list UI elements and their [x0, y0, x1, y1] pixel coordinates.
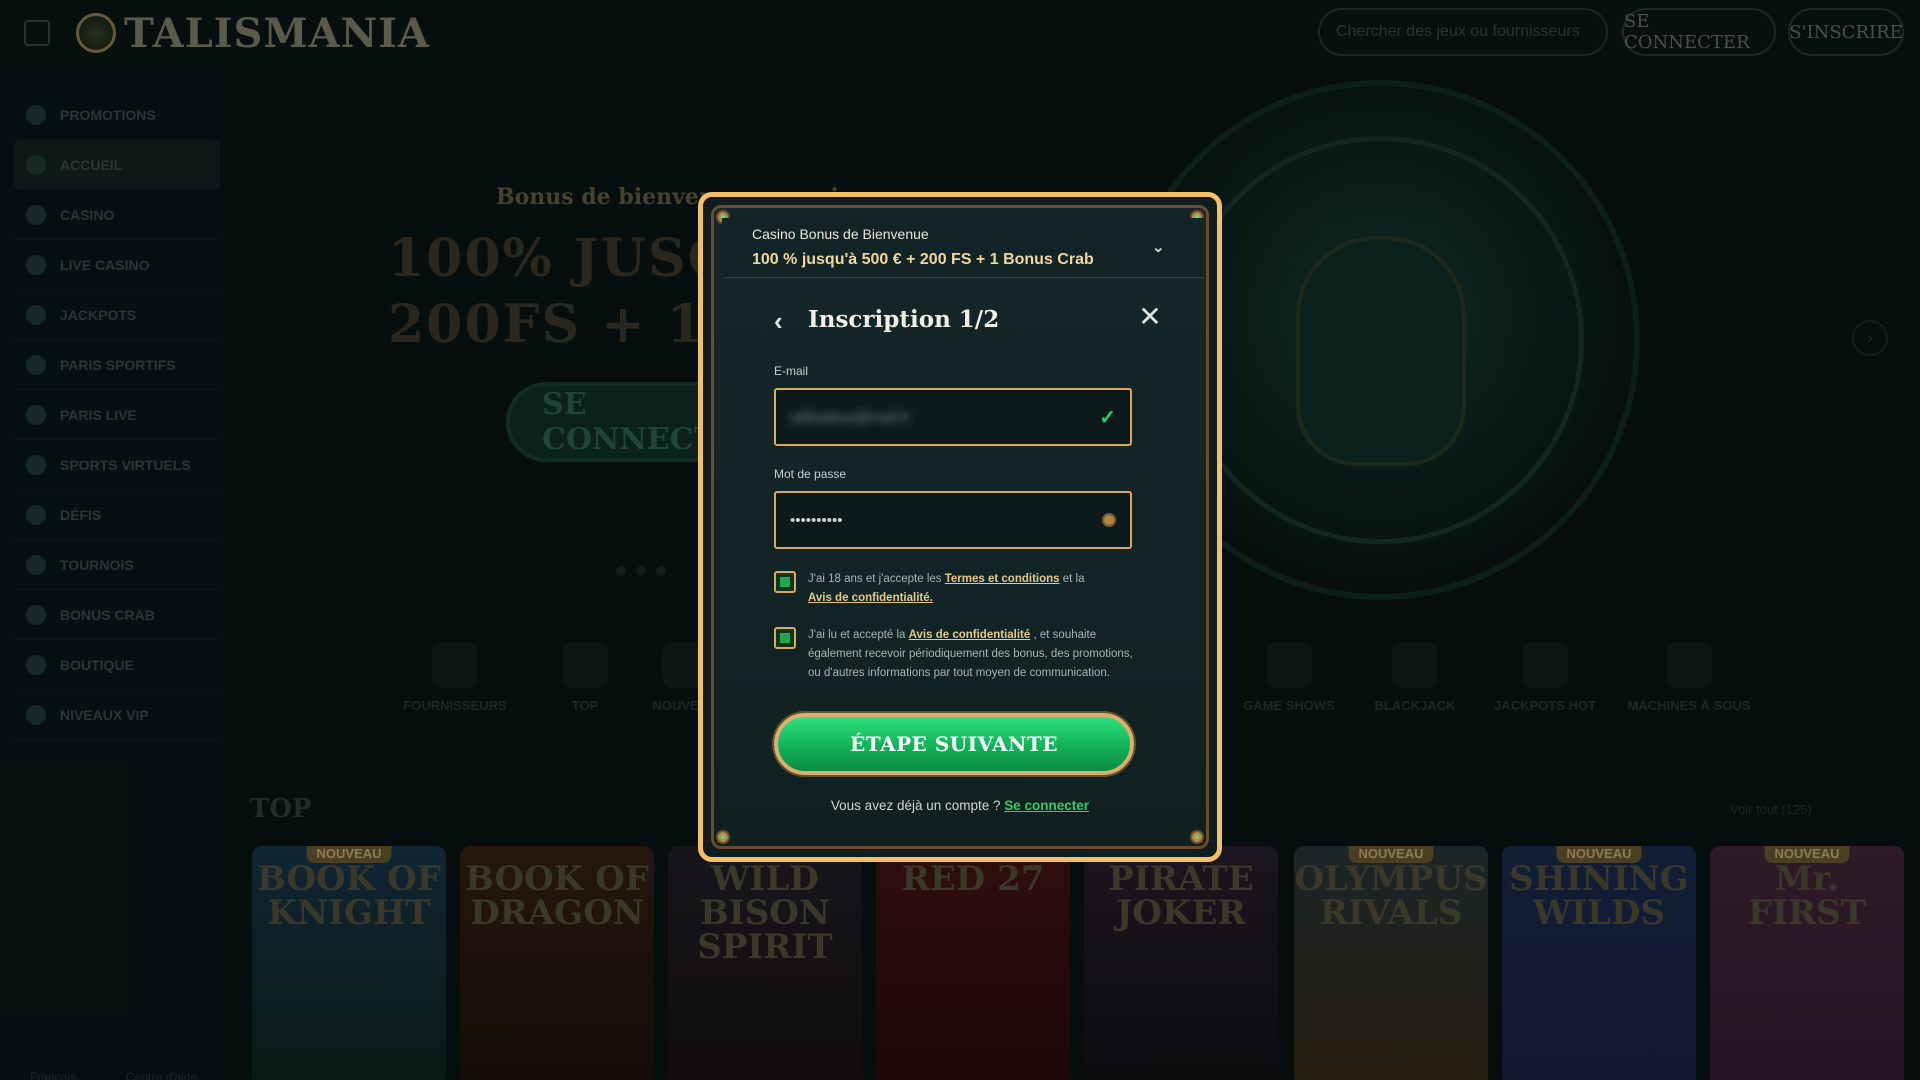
new-badge: NOUVEAU [1764, 846, 1850, 863]
have-account-line: Vous avez déjà un compte ? Se connecter [714, 798, 1206, 813]
new-badge: NOUVEAU [1556, 846, 1642, 863]
new-badge: NOUVEAU [306, 846, 392, 863]
password-label: Mot de passe [774, 467, 847, 481]
marketing-consent: J'ai lu et accepté la Avis de confidenti… [774, 626, 1144, 683]
close-icon[interactable]: ✕ [1136, 303, 1164, 332]
next-step-button[interactable]: ÉTAPE SUIVANTE [774, 713, 1134, 775]
terms-link[interactable]: Termes et conditions [945, 573, 1060, 585]
login-link[interactable]: Se connecter [1004, 798, 1089, 813]
email-value: utilisateur@mail.fr [790, 408, 911, 426]
corner-gem-icon [1190, 830, 1204, 844]
bonus-selector-title: Casino Bonus de Bienvenue [752, 226, 929, 242]
eye-icon[interactable] [1102, 513, 1116, 527]
marketing-text: J'ai lu et accepté la Avis de confidenti… [808, 626, 1144, 683]
terms-text: J'ai 18 ans et j'accepte les Termes et c… [808, 570, 1084, 608]
email-field[interactable]: utilisateur@mail.fr ✓ [774, 388, 1132, 446]
signup-modal: Casino Bonus de Bienvenue 100 % jusqu'à … [698, 192, 1222, 862]
privacy-link[interactable]: Avis de confidentialité [909, 629, 1031, 641]
chevron-left-icon[interactable]: ‹ [774, 308, 796, 336]
modal-panel: Casino Bonus de Bienvenue 100 % jusqu'à … [711, 205, 1209, 849]
terms-text-part: et la [1059, 573, 1085, 585]
corner-gem-icon [716, 830, 730, 844]
marketing-checkbox[interactable] [774, 627, 796, 649]
form-title: Inscription 1/2 [808, 306, 1000, 333]
check-icon: ✓ [1099, 406, 1116, 429]
have-account-text: Vous avez déjà un compte ? [830, 798, 1005, 813]
form-header: ‹ Inscription 1/2 ✕ [774, 303, 1162, 340]
bonus-selector-offer: 100 % jusqu'à 500 € + 200 FS + 1 Bonus C… [752, 251, 1094, 268]
terms-consent: J'ai 18 ans et j'accepte les Termes et c… [774, 570, 1144, 608]
chevron-down-icon[interactable]: ⌄ [1152, 238, 1166, 256]
bonus-selector[interactable]: Casino Bonus de Bienvenue 100 % jusqu'à … [722, 218, 1204, 278]
terms-checkbox[interactable] [774, 571, 796, 593]
casino-page: TALISMANIA Chercher des jeux ou fourniss… [0, 0, 1920, 1080]
marketing-text-part: J'ai lu et accepté la [808, 629, 909, 641]
new-badge: NOUVEAU [1348, 846, 1434, 863]
password-value: •••••••••• [790, 511, 843, 529]
password-field[interactable]: •••••••••• [774, 491, 1132, 549]
privacy-link[interactable]: Avis de confidentialité. [808, 592, 933, 604]
email-label: E-mail [774, 364, 809, 378]
terms-text-part: J'ai 18 ans et j'accepte les [808, 573, 945, 585]
